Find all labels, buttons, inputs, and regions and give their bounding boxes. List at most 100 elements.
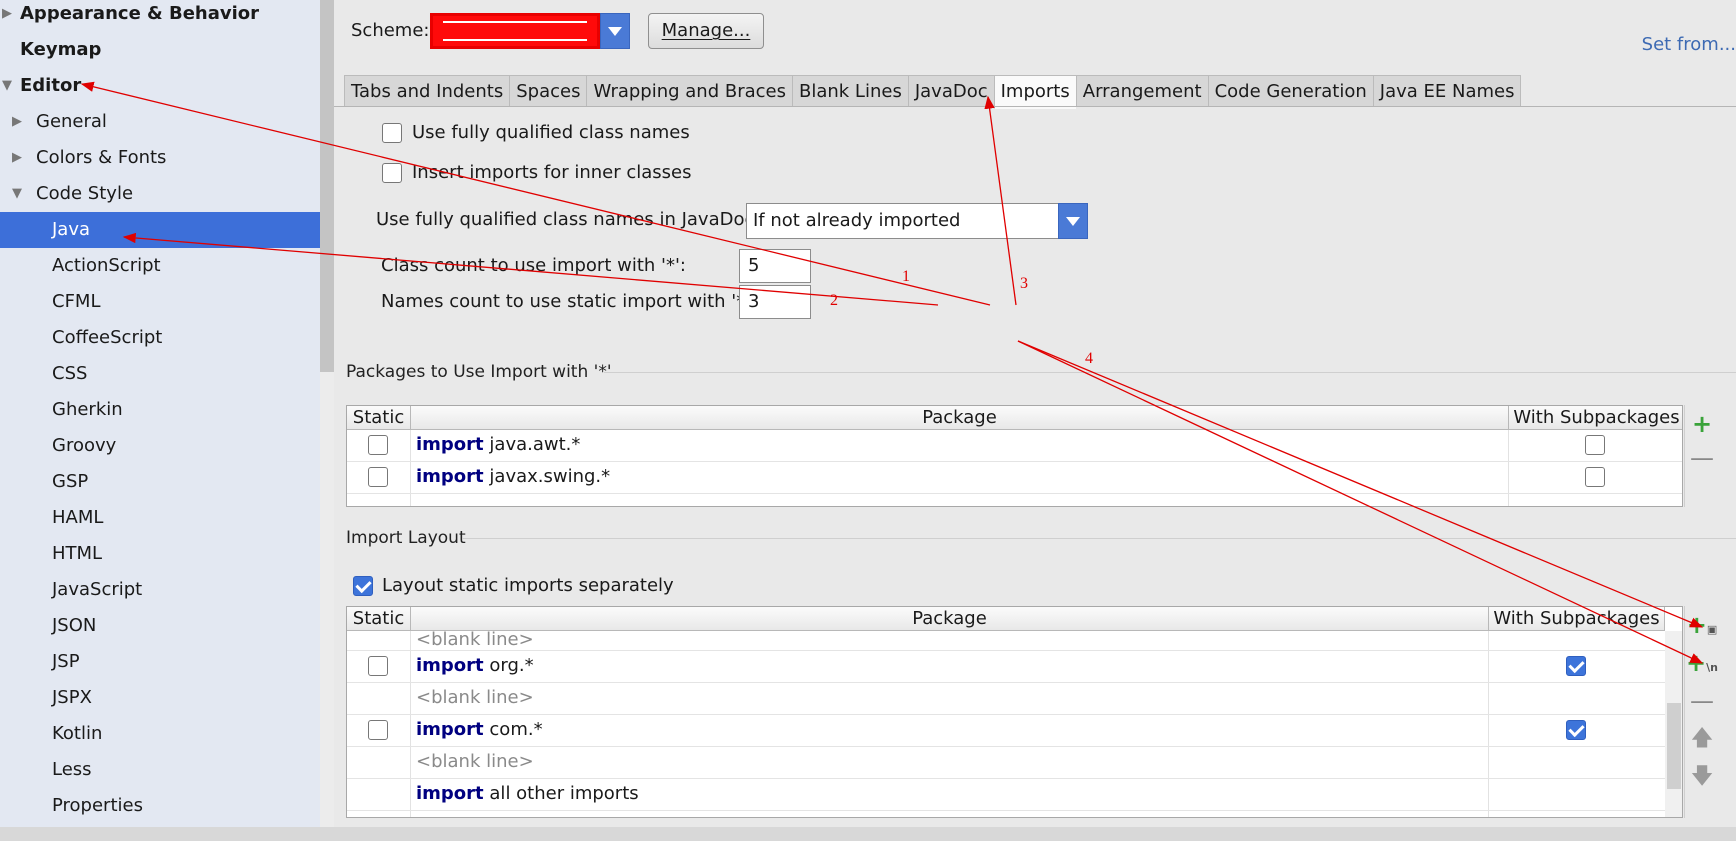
column-header-static[interactable]: Static	[347, 406, 411, 430]
tab-tabs-and-indents[interactable]: Tabs and Indents	[344, 75, 510, 107]
table-row[interactable]: import javax.swing.*	[347, 462, 1682, 494]
layout-static-separately-label: Layout static imports separately	[382, 575, 674, 596]
move-down-icon[interactable]: 🡇	[1685, 760, 1719, 794]
table-row[interactable]: <blank line>	[347, 747, 1665, 779]
section-divider	[462, 538, 1736, 539]
names-count-label: Names count to use static import with '*…	[381, 291, 757, 312]
sidebar-item-html[interactable]: HTML	[52, 536, 102, 572]
expand-arrow-icon[interactable]: ▶	[12, 150, 22, 165]
scheme-combo-redacted[interactable]	[430, 13, 600, 49]
column-header-static[interactable]: Static	[347, 607, 411, 631]
sidebar-item-kotlin[interactable]: Kotlin	[52, 716, 102, 752]
package-name: org.*	[489, 655, 534, 676]
tab-arrangement[interactable]: Arrangement	[1075, 75, 1208, 107]
column-header-subpackages[interactable]: With Subpackages	[1489, 607, 1665, 631]
sidebar-item-jspx[interactable]: JSPX	[52, 680, 92, 716]
import-keyword: import	[416, 434, 484, 455]
column-header-package[interactable]: Package	[411, 406, 1509, 430]
blank-line-cell: <blank line>	[416, 751, 534, 772]
manage-button[interactable]: Manage...	[648, 13, 764, 49]
class-count-label: Class count to use import with '*':	[381, 255, 686, 276]
sidebar-item-appearance-behavior[interactable]: Appearance & Behavior	[20, 0, 259, 32]
import-keyword: import	[416, 719, 484, 740]
collapse-arrow-icon[interactable]: ▼	[12, 186, 22, 201]
sidebar-scrollbar[interactable]	[320, 0, 334, 827]
table-row[interactable]: <blank line>	[347, 629, 1665, 651]
use-fqcn-checkbox[interactable]	[382, 123, 402, 143]
class-count-input[interactable]: 5	[739, 249, 811, 283]
sidebar-item-keymap[interactable]: Keymap	[20, 32, 101, 68]
subpackages-checkbox[interactable]	[1585, 435, 1605, 455]
table-row[interactable]: import com.*	[347, 715, 1665, 747]
chevron-down-icon[interactable]	[1058, 203, 1088, 239]
sidebar-item-jsp[interactable]: JSP	[52, 644, 80, 680]
tab-blank-lines[interactable]: Blank Lines	[792, 75, 908, 107]
static-checkbox[interactable]	[368, 467, 388, 487]
redaction-mark	[443, 39, 587, 41]
sidebar-item-general[interactable]: General	[36, 104, 107, 140]
manage-button-label: Manage...	[661, 20, 751, 41]
scheme-label: Scheme:	[351, 20, 430, 41]
packages-table: Static Package With Subpackages import j…	[346, 405, 1683, 507]
subpackages-checkbox[interactable]	[1566, 656, 1586, 676]
sidebar-item-gsp[interactable]: GSP	[52, 464, 88, 500]
names-count-input[interactable]: 3	[739, 285, 811, 319]
tab-imports[interactable]: Imports	[993, 75, 1076, 109]
sidebar-item-css[interactable]: CSS	[52, 356, 87, 392]
subpackages-checkbox[interactable]	[1585, 467, 1605, 487]
tab-wrapping-and-braces[interactable]: Wrapping and Braces	[586, 75, 792, 107]
sidebar-item-cfml[interactable]: CFML	[52, 284, 100, 320]
column-header-subpackages[interactable]: With Subpackages	[1509, 406, 1682, 430]
table-row[interactable]: import all other imports	[347, 779, 1665, 811]
tab-javadoc[interactable]: JavaDoc	[907, 75, 994, 107]
sidebar-item-groovy[interactable]: Groovy	[52, 428, 116, 464]
static-checkbox[interactable]	[368, 720, 388, 740]
remove-entry-icon[interactable]: —	[1685, 684, 1719, 718]
layout-static-separately-checkbox[interactable]	[353, 576, 373, 596]
code-style-tabs: Tabs and Indents Spaces Wrapping and Bra…	[344, 75, 1522, 109]
sidebar-item-properties[interactable]: Properties	[52, 788, 143, 824]
import-layout-scrollbar[interactable]	[1665, 631, 1682, 817]
scrollbar-thumb[interactable]	[1667, 703, 1681, 789]
static-checkbox[interactable]	[368, 656, 388, 676]
expand-arrow-icon[interactable]: ▶	[2, 6, 12, 21]
sidebar-item-javascript[interactable]: JavaScript	[52, 572, 142, 608]
add-blank-line-icon[interactable]: +\n	[1685, 646, 1719, 680]
table-row[interactable]: <blank line>	[347, 683, 1665, 715]
sidebar-item-haml[interactable]: HAML	[52, 500, 103, 536]
sidebar-scrollbar-thumb[interactable]	[320, 0, 334, 372]
use-fqcn-label: Use fully qualified class names	[412, 122, 690, 143]
javadoc-fqcn-select[interactable]: If not already imported	[746, 203, 1088, 239]
expand-arrow-icon[interactable]: ▶	[12, 114, 22, 129]
sidebar-item-json[interactable]: JSON	[52, 608, 96, 644]
sidebar-item-colors-fonts[interactable]: Colors & Fonts	[36, 140, 166, 176]
add-package-icon[interactable]: +	[1685, 407, 1719, 441]
set-from-link[interactable]: Set from...	[1642, 34, 1736, 55]
scheme-dropdown-chevron-icon[interactable]	[600, 13, 630, 49]
sidebar-item-editor[interactable]: Editor	[20, 68, 81, 104]
import-layout-section-title: Import Layout	[346, 528, 466, 548]
inner-classes-checkbox[interactable]	[382, 163, 402, 183]
sidebar-item-java[interactable]: Java	[0, 212, 334, 248]
sidebar-item-less[interactable]: Less	[52, 752, 92, 788]
tab-code-generation[interactable]: Code Generation	[1207, 75, 1373, 107]
table-row[interactable]: import java.awt.*	[347, 430, 1682, 462]
subpackages-checkbox[interactable]	[1566, 720, 1586, 740]
column-header-package[interactable]: Package	[411, 607, 1489, 631]
add-package-icon[interactable]: +▣	[1685, 608, 1719, 642]
move-up-icon[interactable]: 🡅	[1685, 722, 1719, 756]
import-keyword: import	[416, 466, 484, 487]
sidebar-item-coffeescript[interactable]: CoffeeScript	[52, 320, 162, 356]
sidebar-item-code-style[interactable]: Code Style	[36, 176, 133, 212]
tab-java-ee-names[interactable]: Java EE Names	[1372, 75, 1522, 107]
javadoc-fqcn-label: Use fully qualified class names in JavaD…	[376, 209, 761, 230]
remove-package-icon[interactable]: —	[1685, 441, 1719, 475]
package-cell: import all other imports	[416, 779, 639, 809]
sidebar-item-gherkin[interactable]: Gherkin	[52, 392, 123, 428]
sidebar-item-actionscript[interactable]: ActionScript	[52, 248, 161, 284]
collapse-arrow-icon[interactable]: ▼	[2, 78, 12, 93]
table-row[interactable]: import org.*	[347, 651, 1665, 683]
tab-spaces[interactable]: Spaces	[509, 75, 587, 107]
package-name: java.awt.*	[489, 434, 581, 455]
static-checkbox[interactable]	[368, 435, 388, 455]
